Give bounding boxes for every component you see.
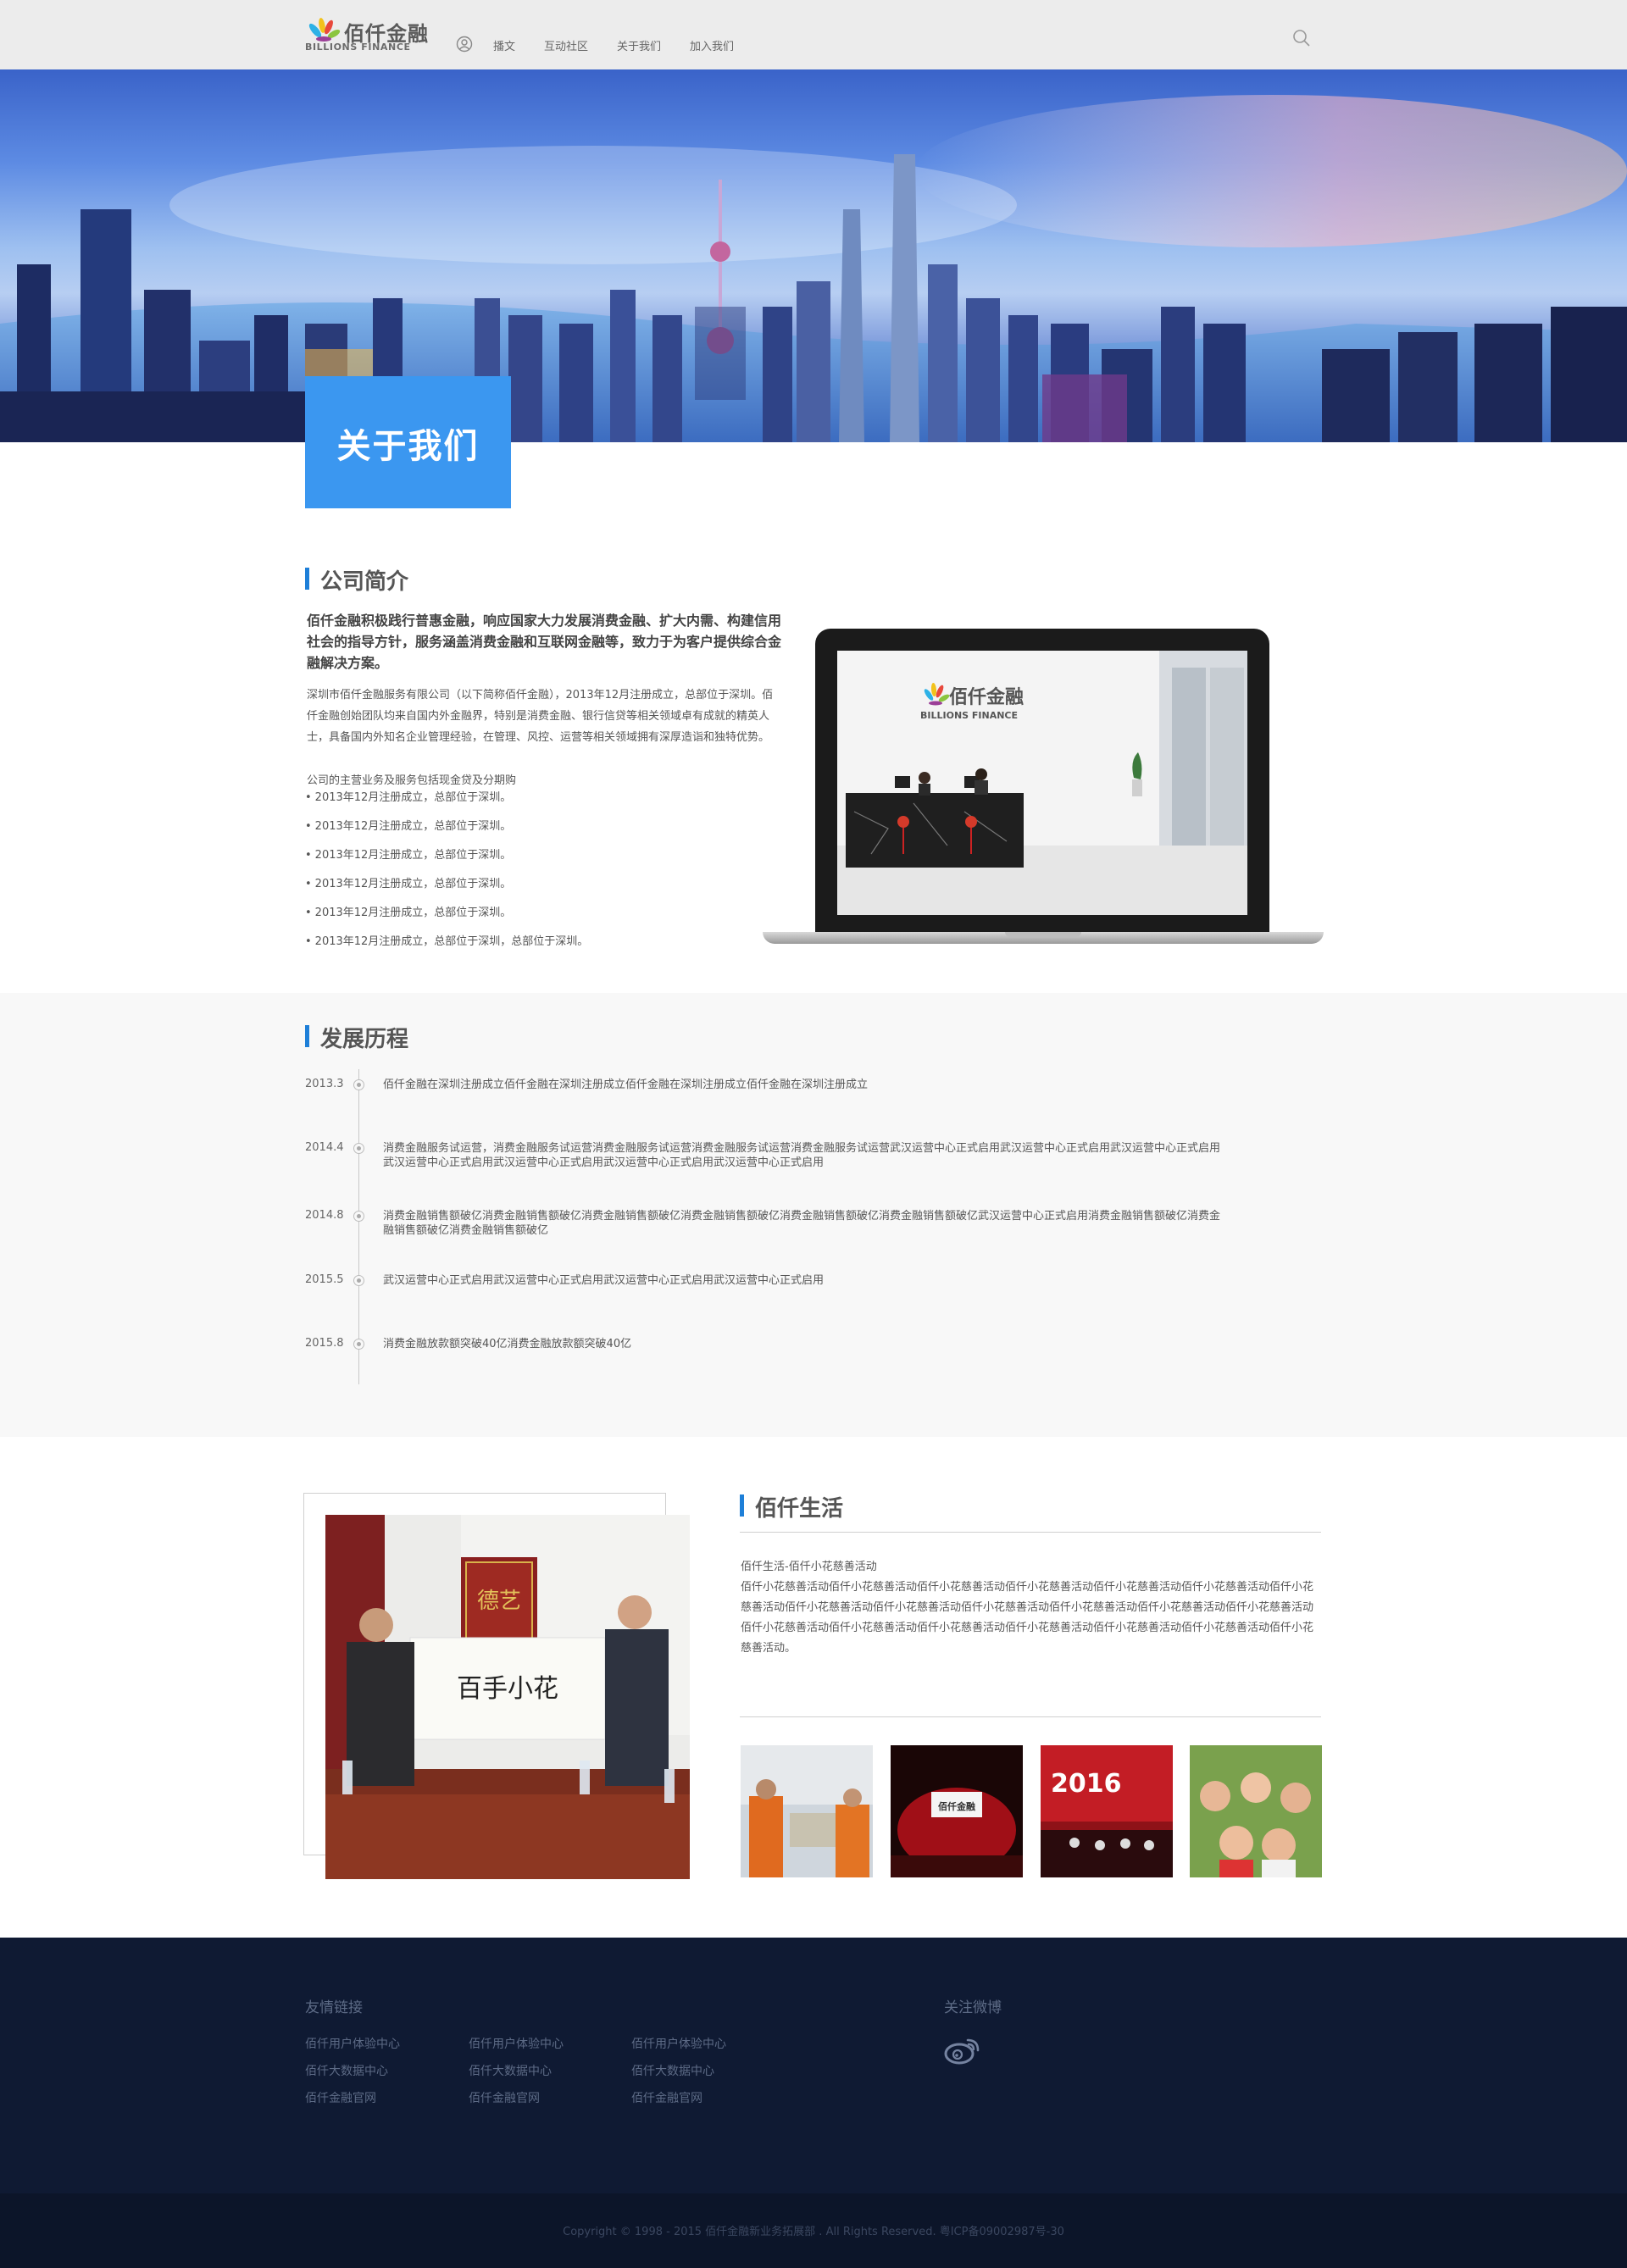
footer-link[interactable]: 佰仟大数据中心 bbox=[305, 2062, 388, 2079]
hero-banner bbox=[0, 69, 1627, 442]
thumbnail-volunteers[interactable] bbox=[741, 1745, 873, 1877]
stage-logo-text: 佰仟金融 bbox=[938, 1800, 975, 1812]
divider bbox=[740, 1532, 1321, 1533]
festival-photo: 2016 bbox=[1041, 1745, 1173, 1877]
list-item: 2013年12月注册成立，总部位于深圳。 bbox=[305, 876, 588, 905]
timeline-dot bbox=[353, 1143, 364, 1154]
list-item: 2013年12月注册成立，总部位于深圳。 bbox=[305, 847, 588, 876]
footer-link[interactable]: 佰仟大数据中心 bbox=[469, 2062, 552, 2079]
logo-text-en: BILLIONS FINANCE bbox=[305, 42, 411, 53]
site-header: 佰仟金融 BILLIONS FINANCE 播文 互动社区 关于我们 加入我们 bbox=[0, 0, 1627, 69]
intro-bullets: 2013年12月注册成立，总部位于深圳。 2013年12月注册成立，总部位于深圳… bbox=[305, 790, 589, 962]
office-scene: 佰仟金融 BILLIONS FINANCE bbox=[837, 651, 1247, 915]
festival-year-text: 2016 bbox=[1051, 1769, 1122, 1799]
city-skyline-image bbox=[0, 95, 1627, 442]
timeline-dot bbox=[353, 1339, 364, 1350]
timeline-dot bbox=[353, 1275, 364, 1286]
footer-link[interactable]: 佰仟金融官网 bbox=[305, 2089, 376, 2106]
stage-event-photo: 佰仟金融 bbox=[891, 1745, 1023, 1877]
list-item: 2013年12月注册成立，总部位于深圳。 bbox=[305, 818, 588, 847]
life-thumbnails: 佰仟金融 2016 bbox=[741, 1745, 1322, 1877]
logo[interactable]: 佰仟金融 BILLIONS FINANCE bbox=[305, 15, 428, 54]
screen-logo-cn: 佰仟金融 bbox=[949, 686, 1024, 708]
timeline-text: 消费金融销售额破亿消费金融销售额破亿消费金融销售额破亿消费金融销售额破亿消费金融… bbox=[383, 1210, 1221, 1237]
list-item: 2013年12月注册成立，总部位于深圳。 bbox=[305, 905, 588, 934]
life-body: 佰仟小花慈善活动佰仟小花慈善活动佰仟小花慈善活动佰仟小花慈善活动佰仟小花慈善活动… bbox=[741, 1581, 1314, 1655]
thumbnail-stage-event[interactable]: 佰仟金融 bbox=[891, 1745, 1023, 1877]
timeline-date: 2014.8 bbox=[305, 1209, 344, 1222]
thumbnail-children[interactable] bbox=[1190, 1745, 1322, 1877]
volunteers-photo bbox=[741, 1745, 873, 1877]
timeline-text: 消费金融服务试运营，消费金融服务试运营消费金融服务试运营消费金融服务试运营消费金… bbox=[383, 1142, 1221, 1169]
intro-body: 深圳市佰仟金融服务有限公司（以下简称佰仟金融），2013年12月注册成立，总部位… bbox=[307, 689, 774, 744]
site-footer bbox=[0, 1938, 1627, 2193]
screen-logo: 佰仟金融 BILLIONS FINANCE bbox=[920, 683, 1024, 721]
children-photo bbox=[1190, 1745, 1322, 1877]
main-nav: 播文 互动社区 关于我们 加入我们 bbox=[493, 37, 763, 53]
nav-item-community[interactable]: 互动社区 bbox=[544, 37, 588, 53]
screen-logo-en: BILLIONS FINANCE bbox=[920, 710, 1018, 721]
page-title-box: 关于我们 bbox=[305, 376, 511, 508]
footer-link[interactable]: 佰仟用户体验中心 bbox=[469, 2035, 564, 2052]
life-text: 佰仟生活-佰仟小花慈善活动 佰仟小花慈善活动佰仟小花慈善活动佰仟小花慈善活动佰仟… bbox=[741, 1557, 1324, 1659]
photo-scroll-text: 百手小花 bbox=[457, 1674, 558, 1704]
ceremony-scene: 德艺 百手小花 bbox=[325, 1515, 690, 1879]
user-icon[interactable] bbox=[456, 36, 473, 53]
nav-item-join[interactable]: 加入我们 bbox=[690, 37, 734, 53]
footer-links-heading: 友情链接 bbox=[305, 1999, 363, 2016]
timeline-dot bbox=[353, 1211, 364, 1222]
weibo-icon[interactable] bbox=[944, 2035, 981, 2066]
nav-item-about[interactable]: 关于我们 bbox=[617, 37, 661, 53]
footer-weibo-heading: 关注微博 bbox=[944, 1999, 1002, 2016]
footer-link[interactable]: 佰仟金融官网 bbox=[631, 2089, 702, 2106]
timeline-date: 2015.8 bbox=[305, 1337, 344, 1350]
nav-item-posts[interactable]: 播文 bbox=[493, 37, 515, 53]
search-icon[interactable] bbox=[1291, 28, 1312, 48]
laptop-image: 佰仟金融 BILLIONS FINANCE bbox=[763, 629, 1324, 951]
page-title: 关于我们 bbox=[336, 427, 480, 466]
intro-lead: 佰仟金融积极践行普惠金融，响应国家大力发展消费金融、扩大内需、构建信用社会的指导… bbox=[307, 613, 782, 671]
timeline-text: 武汉运营中心正式启用武汉运营中心正式启用武汉运营中心正式启用武汉运营中心正式启用 bbox=[383, 1274, 825, 1287]
divider bbox=[740, 1716, 1321, 1717]
copyright-text: Copyright © 1998 - 2015 佰仟金融新业务拓展部 . All… bbox=[563, 2226, 1064, 2238]
footer-link[interactable]: 佰仟金融官网 bbox=[469, 2089, 540, 2106]
timeline-dot bbox=[353, 1079, 364, 1090]
intro-sub: 公司的主营业务及服务包括现金贷及分期购 bbox=[307, 774, 517, 787]
list-item: 2013年12月注册成立，总部位于深圳。 bbox=[305, 790, 588, 818]
timeline-date: 2014.4 bbox=[305, 1141, 344, 1154]
intro-heading: 公司简介 bbox=[305, 564, 408, 596]
life-heading: 佰仟生活 bbox=[740, 1491, 843, 1522]
timeline-text: 消费金融放款额突破40亿消费金融放款额突破40亿 bbox=[383, 1338, 632, 1350]
history-heading: 发展历程 bbox=[305, 1022, 408, 1053]
life-title-line: 佰仟生活-佰仟小花慈善活动 bbox=[741, 1561, 877, 1573]
list-item: 2013年12月注册成立，总部位于深圳，总部位于深圳。 bbox=[305, 934, 589, 962]
timeline-text: 佰仟金融在深圳注册成立佰仟金融在深圳注册成立佰仟金融在深圳注册成立佰仟金融在深圳… bbox=[383, 1079, 869, 1091]
charity-ceremony-photo: 德艺 百手小花 bbox=[325, 1515, 690, 1879]
laptop-notch bbox=[1005, 932, 1081, 937]
laptop-screen: 佰仟金融 BILLIONS FINANCE bbox=[815, 629, 1269, 934]
timeline-date: 2015.5 bbox=[305, 1273, 344, 1286]
photo-banner-text: 德艺 bbox=[477, 1589, 521, 1614]
timeline-line bbox=[358, 1069, 359, 1384]
footer-link[interactable]: 佰仟大数据中心 bbox=[631, 2062, 714, 2079]
timeline-date: 2013.3 bbox=[305, 1078, 344, 1090]
footer-link[interactable]: 佰仟用户体验中心 bbox=[305, 2035, 400, 2052]
office-reception-photo: 佰仟金融 BILLIONS FINANCE bbox=[837, 651, 1247, 915]
thumbnail-festival[interactable]: 2016 bbox=[1041, 1745, 1173, 1877]
footer-link[interactable]: 佰仟用户体验中心 bbox=[631, 2035, 726, 2052]
